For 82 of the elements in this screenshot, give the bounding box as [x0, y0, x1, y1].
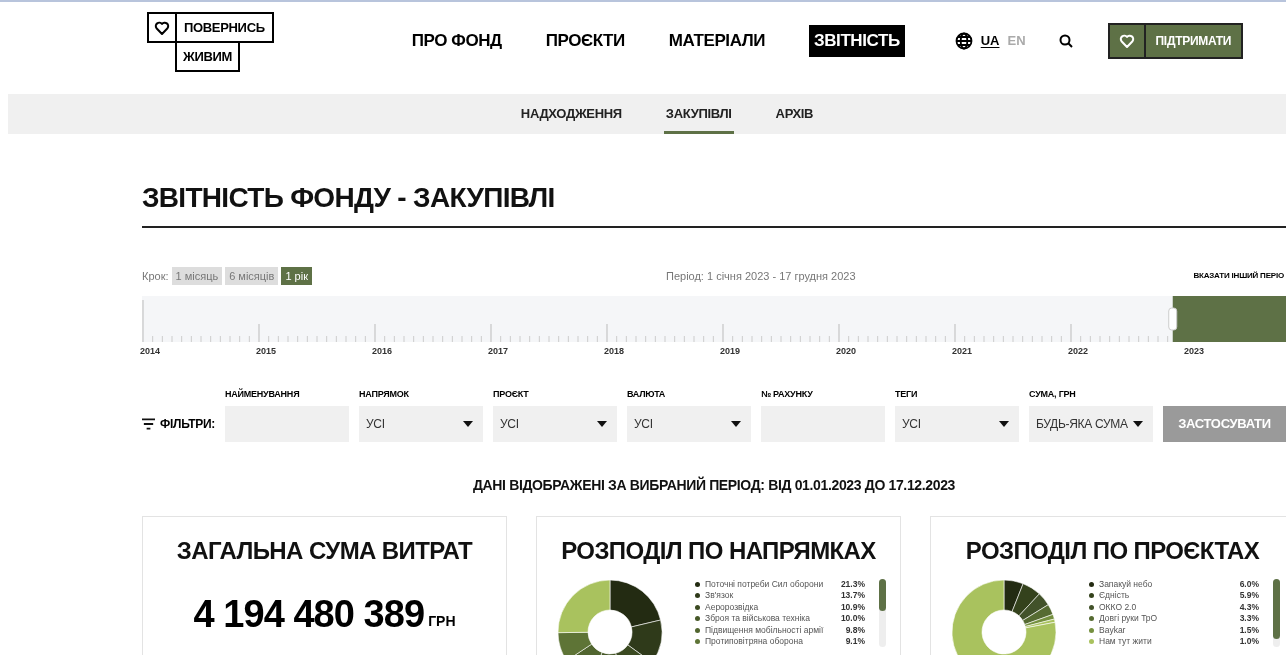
scrollbar-thumb[interactable]: [879, 578, 886, 611]
field-label: СУМА, ГРН: [1029, 388, 1077, 401]
field-label: ПРОЄКТ: [493, 388, 530, 401]
field-label: НАПРЯМОК: [359, 388, 410, 401]
subnav-tab[interactable]: НАДХОДЖЕННЯ: [518, 94, 624, 134]
year-label: 2017: [488, 345, 509, 358]
dropdown-icon: [731, 420, 741, 427]
legend-label: Поточні потреби Сил оборони: [705, 577, 824, 591]
logo-text: ЖИВИМ: [175, 41, 241, 72]
legend-label: Єдність: [1099, 589, 1130, 603]
field-label: ТЕГИ: [895, 388, 919, 401]
legend-label: Зброя та військова техніка: [705, 612, 810, 626]
legend-label: Нам тут жити: [1099, 635, 1152, 649]
dropdown-icon: [999, 420, 1009, 427]
year-label: 2014: [140, 345, 161, 358]
search-icon: [1058, 34, 1073, 48]
nav-link[interactable]: ПРОЄКТИ: [545, 25, 625, 57]
select-field[interactable]: УСІ: [359, 405, 483, 442]
year-label: 2019: [720, 345, 741, 358]
currency-label: ГРН: [428, 611, 456, 631]
period-text: Період: 1 січня 2023 - 17 грудня 2023: [666, 268, 856, 284]
legend-value: 4.3%: [1239, 600, 1259, 614]
select-field[interactable]: УСІ: [627, 405, 751, 442]
legend-value: 3.3%: [1239, 612, 1259, 626]
total-amount: 4 194 480 389: [193, 591, 425, 637]
legend-value: 21.3%: [840, 577, 865, 591]
legend-value: 1.0%: [1239, 635, 1259, 649]
card-title: РОЗПОДІЛ ПО НАПРЯМКАХ: [561, 535, 876, 566]
heart-icon: [154, 19, 170, 36]
legend-value: 10.0%: [840, 612, 865, 626]
select-field[interactable]: УСІ: [493, 405, 617, 442]
card-title: ЗАГАЛЬНА СУМА ВИТРАТ: [176, 535, 473, 566]
legend-label: Зв'язок: [705, 589, 734, 603]
dropdown-icon: [463, 420, 473, 427]
select-field[interactable]: УСІ: [895, 405, 1019, 442]
legend-label: ОККО 2.0: [1099, 600, 1137, 614]
field-label: НАЙМЕНУВАННЯ: [225, 388, 301, 401]
field-label: ВАЛЮТА: [627, 388, 667, 401]
subnav-tab[interactable]: ЗАКУПІВЛІ: [663, 94, 734, 134]
nav-link[interactable]: ЗВІТНІСТЬ: [809, 25, 905, 57]
nav-link[interactable]: ПРО ФОНД: [411, 25, 502, 57]
year-label: 2016: [372, 345, 393, 358]
card-title: РОЗПОДІЛ ПО ПРОЄКТАХ: [965, 535, 1260, 566]
legend-value: 6.0%: [1239, 577, 1259, 591]
legend-label: Baykar: [1099, 623, 1126, 637]
heart-icon: [1118, 33, 1135, 49]
year-label: 2023: [1184, 345, 1205, 358]
year-label: 2018: [604, 345, 625, 358]
dropdown-icon: [597, 420, 607, 427]
page-title: ЗВІТНІСТЬ ФОНДУ - ЗАКУПІВЛІ: [142, 181, 556, 215]
legend-value: 13.7%: [840, 589, 865, 603]
year-label: 2021: [952, 345, 973, 358]
year-label: 2020: [836, 345, 857, 358]
nav-link[interactable]: МАТЕРІАЛИ: [668, 25, 766, 57]
legend-label: Аеророзвідка: [705, 600, 759, 614]
step-button[interactable]: 1 рік: [281, 267, 312, 285]
period-note: ДАНІ ВІДОБРАЖЕНІ ЗА ВИБРАНИЙ ПЕРІОД: ВІД 01.01.2023 ДО 17.12.2023: [471, 475, 957, 495]
year-label: 2015: [256, 345, 277, 358]
legend-value: 1.5%: [1239, 623, 1259, 637]
field-label: № РАХУНКУ: [761, 388, 814, 401]
filters-label: ФІЛЬТРИ:: [160, 415, 215, 433]
legend-value: 9.1%: [845, 635, 865, 649]
language-link[interactable]: UA: [980, 31, 1000, 51]
range-handle[interactable]: [1168, 307, 1178, 331]
legend-label: Довгі руки ТрО: [1099, 612, 1158, 626]
globe-icon: [954, 32, 973, 50]
legend-value: 10.9%: [840, 600, 865, 614]
selected-range[interactable]: [1172, 296, 1286, 342]
legend-label: Підвищення мобільності армії: [705, 623, 824, 637]
subnav-tab[interactable]: АРХІВ: [773, 94, 816, 134]
filter-icon: [142, 417, 156, 430]
scrollbar[interactable]: [879, 578, 886, 647]
dropdown-icon: [1133, 420, 1143, 427]
select-field[interactable]: БУДЬ-ЯКА СУМА: [1029, 405, 1153, 442]
year-label: 2022: [1068, 345, 1089, 358]
step-label: Крок:: [142, 268, 169, 284]
other-period-link[interactable]: ВКАЗАТИ ІНШИЙ ПЕРІО: [1193, 270, 1284, 282]
legend-value: 9.8%: [845, 623, 865, 637]
logo-text: ПОВЕРНИСЬ: [183, 19, 266, 37]
legend-label: Запакуй небо: [1099, 577, 1153, 591]
legend-label: Протиповітряна оборона: [705, 635, 803, 649]
legend-value: 5.9%: [1239, 589, 1259, 603]
